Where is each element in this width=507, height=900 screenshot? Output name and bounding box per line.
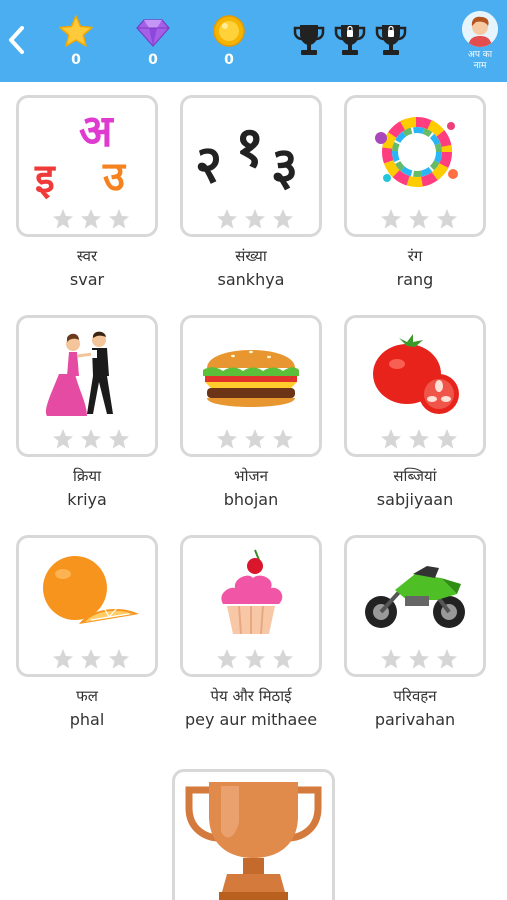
rating-stars (381, 429, 457, 449)
motorcycle-icon (365, 566, 465, 628)
rating-stars (53, 649, 129, 669)
category-hindi: स्वर (76, 247, 98, 265)
category-card-pey-aur-mithaee[interactable] (180, 535, 322, 677)
category-card-phal[interactable] (16, 535, 158, 677)
back-arrow-icon[interactable] (6, 22, 26, 58)
category-card-kriya[interactable] (16, 315, 158, 457)
category-hindi: संख्या (235, 247, 267, 265)
category-hindi: फल (76, 687, 98, 705)
hindi-letters-icon: अ इ उ (34, 106, 127, 202)
tomato-icon (373, 334, 459, 414)
svg-text:२: २ (195, 135, 222, 195)
rating-stars (53, 209, 129, 229)
avatar-name: अप का नाम (467, 50, 493, 71)
trophy-icon (293, 25, 325, 55)
orange-icon (43, 556, 139, 624)
coin-count: 0 (224, 52, 234, 68)
rating-stars (217, 649, 293, 669)
category-caption: स्वर svar (2, 246, 172, 290)
category-caption: रंग rang (330, 246, 500, 290)
svg-text:अ: अ (79, 106, 114, 157)
category-card-sankhya[interactable]: २ १ ३ (180, 95, 322, 237)
star-count: 0 (71, 52, 81, 68)
svg-text:३: ३ (271, 137, 298, 197)
category-hindi: रंग (407, 247, 423, 265)
avatar-boy-icon (462, 11, 498, 47)
category-latin: sankhya (217, 270, 285, 289)
burger-icon (203, 350, 299, 407)
category-latin: bhojan (223, 490, 279, 509)
avatar[interactable] (462, 11, 498, 47)
gem-count: 0 (148, 52, 158, 68)
category-latin: pey aur mithaee (184, 710, 318, 729)
hindi-numbers-icon: २ १ ३ (195, 115, 298, 197)
category-card-bhojan[interactable] (180, 315, 322, 457)
color-splash-icon (375, 117, 458, 187)
category-caption: संख्या sankhya (166, 246, 336, 290)
category-caption: क्रिया kriya (2, 466, 172, 510)
cupcake-icon (221, 549, 283, 635)
category-card-sabjiyaan[interactable] (344, 315, 486, 457)
trophy-icon (334, 25, 366, 55)
diamond-icon (136, 19, 170, 47)
category-latin: kriya (67, 490, 107, 509)
dancing-couple-icon (45, 331, 113, 416)
star-counter: 0 (56, 14, 96, 70)
top-bar: 0 0 0 अप का नाम (0, 0, 507, 82)
coin-counter: 0 (209, 14, 249, 70)
category-card-rang[interactable] (344, 95, 486, 237)
category-caption: भोजन bhojan (166, 466, 336, 510)
bronze-trophy-icon (185, 782, 322, 900)
rating-stars (217, 209, 293, 229)
rating-stars (53, 429, 129, 449)
coin-icon (213, 15, 245, 47)
svg-text:उ: उ (102, 154, 127, 200)
category-hindi: भोजन (234, 467, 268, 485)
category-hindi: परिवहन (393, 687, 437, 705)
rating-stars (217, 429, 293, 449)
gem-counter: 0 (133, 14, 173, 70)
svg-text:१: १ (235, 115, 264, 180)
trophy-icon (375, 25, 407, 55)
category-latin: phal (69, 710, 105, 729)
star-icon (59, 15, 93, 47)
category-latin: svar (69, 270, 105, 289)
category-latin: parivahan (374, 710, 456, 729)
trophy-card[interactable] (172, 769, 335, 900)
category-latin: sabjiyaan (376, 490, 454, 509)
category-hindi: पेय और मिठाई (210, 687, 292, 705)
category-hindi: सब्जियां (393, 467, 437, 485)
category-card-parivahan[interactable] (344, 535, 486, 677)
category-caption: सब्जियां sabjiyaan (330, 466, 500, 510)
category-caption: परिवहन parivahan (330, 686, 500, 730)
category-caption: पेय और मिठाई pey aur mithaee (166, 686, 336, 730)
category-caption: फल phal (2, 686, 172, 730)
rating-stars (381, 649, 457, 669)
rating-stars (381, 209, 457, 229)
category-hindi: क्रिया (73, 467, 101, 485)
category-latin: rang (396, 270, 434, 289)
svg-text:इ: इ (34, 156, 56, 202)
category-card-svar[interactable]: अ इ उ (16, 95, 158, 237)
